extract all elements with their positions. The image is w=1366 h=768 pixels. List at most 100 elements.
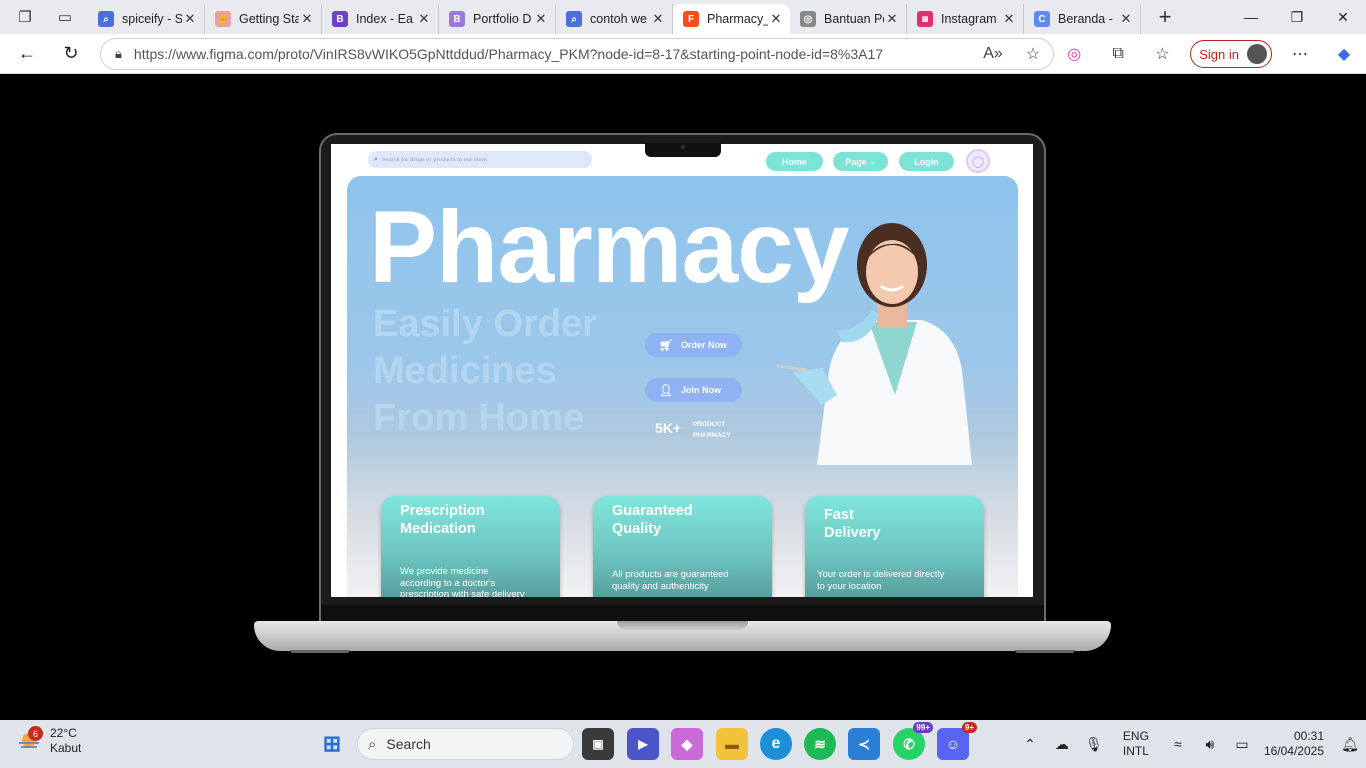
tab-title: Instagram xyxy=(941,12,997,26)
edge-copilot-icon[interactable]: ◆ xyxy=(1322,44,1366,64)
close-tab-icon[interactable]: ✕ xyxy=(182,11,198,27)
refresh-button[interactable]: ↻ xyxy=(54,37,88,71)
favorites-icon[interactable]: ☆ xyxy=(1140,44,1184,64)
close-tab-icon[interactable]: ✕ xyxy=(299,11,315,27)
tab-title: spiceify - S xyxy=(122,12,182,26)
start-windows-icon[interactable]: ⊞ xyxy=(316,728,348,760)
weather-fog-icon: 6 xyxy=(16,726,43,754)
feature-card-prescription[interactable]: Prescription Medication We provide medici… xyxy=(381,496,560,597)
tab-bar: ❐ ▭ ⌕ spiceify - S ✕ ✌ Getting Sta ✕ B Index - … xyxy=(0,0,1366,34)
site-search-placeholder: Search for drugs or products in our stor… xyxy=(381,156,487,163)
camera-icon xyxy=(681,145,685,149)
tab-actions-icon[interactable]: ▭ xyxy=(52,4,78,30)
whatsapp-badge: 99+ xyxy=(913,722,933,733)
browser-tab[interactable]: C Beranda - ✕ xyxy=(1024,4,1141,34)
address-bar-row: ← ↻ 🔒︎ https://www.figma.com/proto/VinIR… xyxy=(0,34,1366,74)
laptop-opening-groove xyxy=(617,621,748,630)
notification-icon[interactable]: 🔔︎ xyxy=(1334,736,1366,753)
stat-label-line-2: PHARMACY xyxy=(693,432,731,439)
join-now-button[interactable]: 👤︎ Join Now xyxy=(645,378,742,402)
favorite-star-icon[interactable]: ☆ xyxy=(1013,44,1053,64)
laptop-foot-right xyxy=(1015,650,1075,653)
close-tab-icon[interactable]: ✕ xyxy=(1118,11,1134,27)
order-now-button[interactable]: 🛒︎ Order Now xyxy=(645,333,742,357)
close-tab-icon[interactable]: ✕ xyxy=(416,11,432,27)
url-field[interactable]: 🔒︎ https://www.figma.com/proto/VinIRS8vW… xyxy=(100,38,1054,70)
extensions-icon[interactable]: ⧉ xyxy=(1096,45,1140,63)
battery-icon[interactable]: ▭ xyxy=(1226,736,1258,753)
file-explorer-icon[interactable]: ▬ xyxy=(716,728,748,760)
feature-card-delivery[interactable]: Fast Delivery Your order is delivered dir… xyxy=(805,496,984,597)
minimize-button[interactable]: — xyxy=(1228,0,1274,34)
tab-favicon-icon: ⌕ xyxy=(566,11,582,27)
pharmacist-image xyxy=(777,223,972,465)
spotify-icon[interactable]: ≋ xyxy=(804,728,836,760)
weather-widget[interactable]: 6 22°C Kabut xyxy=(16,726,81,756)
clock[interactable]: 00:31 16/04/2025 xyxy=(1264,729,1324,759)
whatsapp-icon[interactable]: ✆ 99+ xyxy=(893,722,933,760)
vscode-icon[interactable]: ≺ xyxy=(848,728,880,760)
browser-tab[interactable]: B Portfolio D ✕ xyxy=(439,4,556,34)
hero-section: Pharmacy Easily Order Medicines From Hom… xyxy=(347,176,1018,597)
search-icon: ⌕ xyxy=(368,735,377,753)
workspaces-icon[interactable]: ❐ xyxy=(12,4,38,30)
discord-icon[interactable]: ☺ 9+ xyxy=(937,722,977,760)
browser-tab[interactable]: ◎ Bantuan Pe ✕ xyxy=(790,4,907,34)
card-text: All products are guaranteed quality and a… xyxy=(612,569,729,592)
tab-title: Bantuan Pe xyxy=(824,12,884,26)
nav-page-button[interactable]: Page ⌄ xyxy=(833,152,888,171)
site-search-bar[interactable]: ⌕ Search for drugs or products in our st… xyxy=(368,151,592,168)
close-window-button[interactable]: ✕ xyxy=(1320,0,1366,34)
back-button[interactable]: ← xyxy=(10,37,44,71)
sign-in-button[interactable]: Sign in xyxy=(1190,40,1272,68)
browser-tab[interactable]: ⌕ spiceify - S ✕ xyxy=(88,4,205,34)
restore-button[interactable]: ❐ xyxy=(1274,0,1320,34)
join-now-label: Join Now xyxy=(680,385,721,395)
task-view-icon[interactable]: ▣ xyxy=(582,728,614,760)
tab-favicon-icon: B xyxy=(332,11,348,27)
weather-temp: 22°C xyxy=(50,726,77,740)
copilot-icon[interactable]: ◎ xyxy=(1052,44,1096,64)
stat-label: PRODUCT PHARMACY xyxy=(693,419,731,441)
laptop-screen: ⌕ Search for drugs or products in our st… xyxy=(331,144,1033,597)
browser-tab[interactable]: ◙ Instagram ✕ xyxy=(907,4,1024,34)
lock-icon[interactable]: 🔒︎ xyxy=(115,46,122,62)
tab-favicon-icon: B xyxy=(449,11,465,27)
url-text: https://www.figma.com/proto/VinIRS8vWIKO… xyxy=(133,46,884,62)
browser-tab[interactable]: B Index - Ea ✕ xyxy=(322,4,439,34)
browser-tab[interactable]: ⌕ contoh we ✕ xyxy=(556,4,673,34)
user-avatar-icon[interactable]: ◯ xyxy=(966,149,990,173)
tab-favicon-icon: C xyxy=(1034,11,1050,27)
read-aloud-icon[interactable]: A» xyxy=(973,45,1013,63)
volume-icon[interactable]: 🔊︎ xyxy=(1194,736,1226,753)
edge-browser-icon[interactable]: e xyxy=(760,728,792,760)
tagline-line-2: Medicines xyxy=(373,350,557,392)
language-indicator[interactable]: ENG INTL xyxy=(1116,729,1156,759)
cloud-offline-icon[interactable]: ☁ xyxy=(1046,736,1078,753)
close-tab-icon[interactable]: ✕ xyxy=(650,11,666,27)
close-tab-icon[interactable]: ✕ xyxy=(1001,11,1017,27)
browser-tab[interactable]: ✌ Getting Sta ✕ xyxy=(205,4,322,34)
microphone-icon[interactable]: 🎙︎ xyxy=(1078,736,1110,753)
chevron-down-icon: ⌄ xyxy=(869,158,876,166)
wifi-icon[interactable]: ≈ xyxy=(1162,736,1194,752)
meet-icon[interactable]: ▶ xyxy=(627,728,659,760)
nav-login-button[interactable]: Login xyxy=(899,152,954,171)
tab-favicon-icon: ⌕ xyxy=(98,11,114,27)
tab-title: contoh we xyxy=(590,12,647,26)
card-title: Guaranteed Quality xyxy=(612,503,693,537)
stat-number: 5K+ xyxy=(655,420,682,436)
close-tab-icon[interactable]: ✕ xyxy=(884,11,900,27)
new-tab-button[interactable]: + xyxy=(1145,4,1185,30)
more-options-icon[interactable]: ⋯ xyxy=(1278,44,1322,64)
feature-card-quality[interactable]: Guaranteed Quality All products are guara… xyxy=(593,496,772,597)
add-user-icon: 👤︎ xyxy=(659,384,673,397)
browser-tab[interactable]: F Pharmacy_ ✕ xyxy=(673,4,790,34)
close-tab-icon[interactable]: ✕ xyxy=(533,11,549,27)
close-tab-icon[interactable]: ✕ xyxy=(768,11,784,27)
taskbar-search[interactable]: ⌕ Search xyxy=(357,728,574,760)
tab-favicon-icon: ◙ xyxy=(917,11,933,27)
copilot-app-icon[interactable]: ◆ xyxy=(671,728,703,760)
chevron-up-icon[interactable]: ⌃ xyxy=(1014,736,1046,753)
nav-home-button[interactable]: Home xyxy=(766,152,823,171)
